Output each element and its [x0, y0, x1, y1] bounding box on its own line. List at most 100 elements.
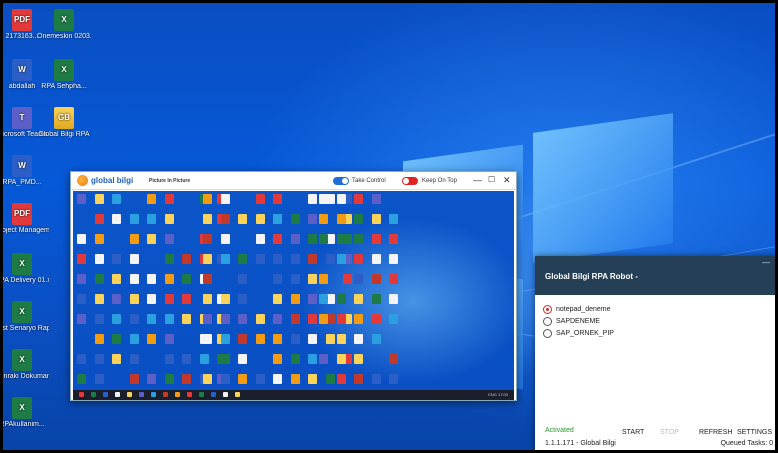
remote-desktop-icon[interactable] — [147, 234, 156, 244]
remote-desktop-icon[interactable] — [112, 294, 121, 304]
remote-desktop-icon[interactable] — [255, 214, 265, 224]
radio-button[interactable] — [543, 317, 552, 326]
pip-titlebar[interactable]: global bilgi Picture In Picture Take Con… — [71, 172, 516, 190]
remote-desktop-icon[interactable] — [94, 334, 104, 344]
remote-desktop-icon[interactable] — [164, 274, 174, 284]
remote-desktop-icon[interactable] — [319, 354, 328, 364]
take-control-toggle[interactable] — [333, 177, 349, 185]
radio-button[interactable] — [543, 305, 552, 314]
radio-button[interactable] — [543, 329, 552, 338]
remote-desktop-icon[interactable] — [164, 214, 174, 224]
remote-desktop-icon[interactable] — [220, 314, 230, 324]
remote-desktop-icon[interactable] — [147, 214, 156, 224]
remote-desktop-icon[interactable] — [290, 294, 300, 304]
pip-remote-taskbar[interactable]: ENG 17:00 — [73, 390, 514, 400]
remote-desktop-icon[interactable] — [290, 214, 300, 224]
remote-desktop-icon[interactable] — [182, 314, 191, 324]
remote-desktop-icon[interactable] — [371, 194, 381, 204]
remote-desktop-icon[interactable] — [308, 374, 317, 384]
remote-desktop-icon[interactable] — [147, 334, 156, 344]
keep-on-top-toggle[interactable] — [402, 177, 418, 185]
desktop-icon[interactable]: X Sonraki Dokuman... — [3, 349, 49, 381]
desktop-icon[interactable]: PDF Project Management... — [3, 203, 49, 235]
remote-desktop-icon[interactable] — [255, 314, 265, 324]
remote-desktop-icon[interactable] — [203, 254, 212, 264]
remote-desktop-icon[interactable] — [273, 294, 282, 304]
remote-desktop-icon[interactable] — [325, 254, 335, 264]
remote-desktop-icon[interactable] — [308, 294, 317, 304]
remote-desktop-icon[interactable] — [182, 294, 191, 304]
remote-desktop-icon[interactable] — [94, 294, 104, 304]
remote-desktop-icon[interactable] — [255, 334, 265, 344]
desktop-icon[interactable]: X Onemeskin 0203.xlsx — [37, 9, 91, 41]
remote-desktop-icon[interactable] — [308, 254, 317, 264]
remote-desktop-icon[interactable] — [389, 254, 398, 264]
remote-desktop-icon[interactable] — [273, 274, 282, 284]
remote-desktop-icon[interactable] — [238, 254, 247, 264]
remote-desktop-icon[interactable] — [203, 214, 212, 224]
remote-desktop-icon[interactable] — [220, 234, 230, 244]
remote-desktop-icon[interactable] — [255, 194, 265, 204]
remote-desktop-icon[interactable] — [336, 214, 346, 224]
remote-desktop-icon[interactable] — [182, 354, 191, 364]
remote-taskbar-icon[interactable] — [115, 392, 120, 397]
remote-desktop-icon[interactable] — [290, 354, 300, 364]
rpa-titlebar[interactable]: Global Bilgi RPA Robot - — — [535, 256, 775, 295]
remote-desktop-icon[interactable] — [389, 274, 398, 284]
remote-desktop-icon[interactable] — [273, 314, 282, 324]
remote-desktop-icon[interactable] — [220, 194, 230, 204]
remote-desktop-icon[interactable] — [238, 294, 247, 304]
remote-desktop-icon[interactable] — [389, 294, 398, 304]
remote-desktop-icon[interactable] — [77, 194, 86, 204]
remote-desktop-icon[interactable] — [112, 254, 121, 264]
remote-desktop-icon[interactable] — [389, 214, 398, 224]
remote-taskbar-icon[interactable] — [163, 392, 168, 397]
remote-desktop-icon[interactable] — [203, 294, 212, 304]
pip-window[interactable]: global bilgi Picture In Picture Take Con… — [70, 171, 517, 401]
remote-taskbar-icon[interactable] — [187, 392, 192, 397]
remote-desktop-icon[interactable] — [129, 314, 139, 324]
desktop-icon[interactable]: X Test Senaryo Raporu.xlsx — [3, 301, 49, 333]
remote-desktop-icon[interactable] — [94, 194, 104, 204]
refresh-button[interactable]: REFRESH — [699, 429, 732, 436]
remote-desktop-icon[interactable] — [220, 294, 230, 304]
remote-taskbar-icon[interactable] — [151, 392, 156, 397]
remote-desktop-icon[interactable] — [147, 314, 156, 324]
remote-taskbar-icon[interactable] — [103, 392, 108, 397]
remote-desktop-icon[interactable] — [336, 334, 346, 344]
remote-desktop-icon[interactable] — [308, 314, 317, 324]
remote-desktop-icon[interactable] — [325, 334, 335, 344]
remote-desktop-icon[interactable] — [94, 254, 104, 264]
remote-desktop-icon[interactable] — [290, 374, 300, 384]
remote-desktop-icon[interactable] — [94, 314, 104, 324]
remote-desktop-icon[interactable] — [371, 314, 381, 324]
remote-desktop-icon[interactable] — [238, 214, 247, 224]
remote-desktop-icon[interactable] — [308, 214, 317, 224]
remote-desktop-icon[interactable] — [203, 234, 212, 244]
remote-desktop-icon[interactable] — [308, 354, 317, 364]
remote-desktop-icon[interactable] — [129, 254, 139, 264]
pip-maximize-button[interactable]: ☐ — [488, 175, 495, 185]
remote-desktop-icon[interactable] — [220, 354, 230, 364]
desktop-icon[interactable]: GB Global Bilgi RPA — [37, 107, 91, 139]
remote-desktop-icon[interactable] — [94, 374, 104, 384]
remote-desktop-icon[interactable] — [354, 254, 363, 264]
remote-desktop-icon[interactable] — [203, 194, 212, 204]
remote-desktop-icon[interactable] — [354, 234, 363, 244]
remote-desktop-icon[interactable] — [371, 274, 381, 284]
remote-desktop-icon[interactable] — [77, 254, 86, 264]
remote-desktop-icon[interactable] — [336, 194, 346, 204]
remote-desktop-icon[interactable] — [319, 214, 328, 224]
remote-desktop-icon[interactable] — [238, 374, 247, 384]
remote-desktop-icon[interactable] — [112, 274, 121, 284]
remote-desktop-icon[interactable] — [319, 274, 328, 284]
remote-desktop-icon[interactable] — [290, 274, 300, 284]
desktop-icon[interactable]: W RPA_PMD... — [3, 155, 49, 187]
remote-desktop-icon[interactable] — [255, 374, 265, 384]
start-button[interactable]: START — [622, 429, 644, 436]
remote-desktop-icon[interactable] — [389, 314, 398, 324]
desktop-icon[interactable]: X RPA Sehpha... — [37, 59, 91, 91]
remote-desktop-icon[interactable] — [238, 354, 247, 364]
remote-desktop-icon[interactable] — [147, 274, 156, 284]
remote-desktop-icon[interactable] — [182, 254, 191, 264]
